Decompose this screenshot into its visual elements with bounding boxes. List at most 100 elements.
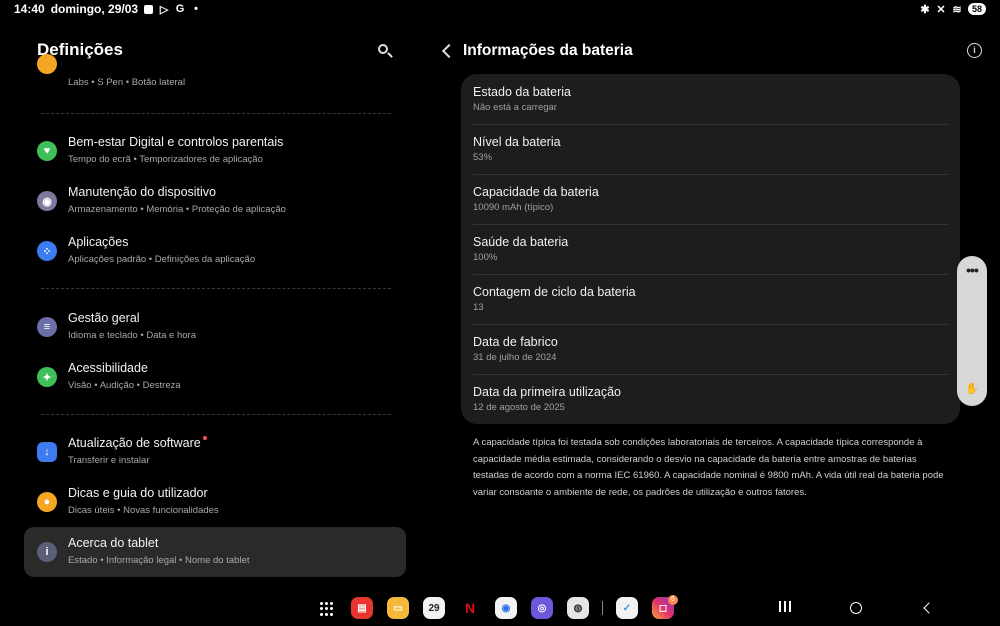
battery-capacity-row: Capacidade da bateria 10090 mAh (típico): [473, 174, 948, 224]
subtitle-part: Memória: [146, 204, 184, 215]
tips-icon: ●: [37, 492, 57, 512]
more-notifications-dot-icon: •: [194, 3, 198, 15]
row-value: 100%: [473, 252, 498, 263]
software-update-icon: ↓: [37, 442, 57, 462]
settings-item-tips[interactable]: ● Dicas e guia do utilizador Dicas úteis…: [24, 477, 406, 525]
back-button[interactable]: [922, 602, 932, 614]
manufacture-date-row: Data de fabrico 31 de julho de 2024: [473, 324, 948, 374]
subtitle-part: Armazenamento: [68, 204, 138, 215]
status-bar: 14:40 domingo, 29/03 ▷ G • ✱ ✕ ≋ 58: [0, 0, 1000, 18]
row-value: Não está a carregar: [473, 102, 557, 113]
cycle-count-row: Contagem de ciclo da bateria 13: [473, 274, 948, 324]
wifi-icon: ≋: [952, 3, 962, 16]
edge-panel-handle[interactable]: ••• ✋: [957, 256, 987, 406]
notification-badge: 6: [668, 595, 678, 605]
row-value: 53%: [473, 152, 493, 163]
subtitle-part: Estado: [68, 555, 98, 566]
page-title: Informações da bateria: [463, 42, 633, 59]
subtitle-part: Transferir e instalar: [68, 455, 150, 466]
subtitle-part: Novas funcionalidades: [123, 505, 219, 516]
mute-icon: ✕: [936, 3, 946, 16]
item-title: Gestão geral: [68, 311, 140, 325]
battery-status-row: Estado da bateria Não está a carregar: [473, 74, 948, 124]
divider: [602, 601, 603, 615]
back-arrow-icon[interactable]: [440, 42, 454, 58]
battery-health-row: Saúde da bateria 100%: [473, 224, 948, 274]
subtitle-part: Visão: [68, 380, 92, 391]
calendar-icon[interactable]: 29: [423, 597, 445, 619]
row-label: Contagem de ciclo da bateria: [473, 285, 636, 299]
divider: [41, 288, 391, 289]
subtitle-part: Nome do tablet: [185, 555, 250, 566]
info-icon[interactable]: i: [967, 43, 982, 58]
subtitle-part: Dicas úteis: [68, 505, 115, 516]
wellbeing-icon: ♥: [37, 141, 57, 161]
settings-item-device-care[interactable]: ◉ Manutenção do dispositivo Armazenament…: [24, 176, 406, 224]
netflix-icon[interactable]: N: [459, 597, 481, 619]
divider: [41, 113, 391, 114]
camera-icon[interactable]: ◍: [567, 597, 589, 619]
advanced-features-icon: [37, 54, 57, 74]
settings-item-general-management[interactable]: ≡ Gestão geral Idioma e teclado • Data e…: [24, 302, 406, 350]
more-options-icon[interactable]: •••: [957, 262, 987, 278]
first-use-date-row: Data da primeira utilização 12 de agosto…: [473, 374, 948, 424]
row-label: Nível da bateria: [473, 135, 561, 149]
item-title: Atualização de software: [68, 436, 201, 450]
battery-info-card: Estado da bateria Não está a carregar Ní…: [461, 74, 960, 424]
samsung-notes-icon[interactable]: ▤: [351, 597, 373, 619]
settings-pane: Definições Labs • S Pen • Botão lateral …: [24, 30, 406, 590]
date: domingo, 29/03: [50, 2, 139, 16]
subtitle-part: Tempo do ecrã: [68, 154, 131, 165]
settings-item-apps[interactable]: ⁘ Aplicações Aplicações padrão • Definiç…: [24, 226, 406, 274]
general-management-icon: ≡: [37, 317, 57, 337]
row-label: Saúde da bateria: [473, 235, 569, 249]
settings-item-accessibility[interactable]: ✦ Acessibilidade Visão • Audição • Destr…: [24, 352, 406, 400]
battery-indicator: 58: [967, 3, 986, 15]
play-store-icon: ▷: [159, 3, 169, 16]
search-icon[interactable]: [376, 42, 394, 60]
item-title: Acessibilidade: [68, 361, 148, 375]
apps-icon: ⁘: [37, 241, 57, 261]
row-label: Estado da bateria: [473, 85, 571, 99]
new-update-dot-icon: [202, 436, 207, 440]
subtitle-part: Audição: [99, 380, 135, 391]
divider: [41, 414, 391, 415]
notification-check-icon: [144, 4, 154, 14]
settings-item-digital-wellbeing[interactable]: ♥ Bem-estar Digital e controlos parentai…: [24, 126, 406, 174]
device-care-icon: ◉: [37, 191, 57, 211]
recents-button[interactable]: [779, 600, 791, 612]
subtitle-part: Proteção de aplicação: [191, 204, 286, 215]
my-files-icon[interactable]: ▭: [387, 597, 409, 619]
messages-icon[interactable]: ◉: [495, 597, 517, 619]
subtitle-part: Destreza: [142, 380, 181, 391]
home-button[interactable]: [850, 602, 862, 614]
subtitle-part: Temporizadores de aplicação: [139, 154, 263, 165]
internet-icon[interactable]: ◎: [531, 597, 553, 619]
gesture-hand-icon[interactable]: ✋: [964, 382, 980, 396]
subtitle-part: Labs: [68, 77, 89, 88]
bluetooth-icon: ✱: [920, 3, 930, 16]
google-icon: G: [175, 3, 185, 15]
reminder-icon[interactable]: ✓: [616, 597, 638, 619]
item-title: Acerca do tablet: [68, 536, 159, 550]
about-icon: i: [37, 542, 57, 562]
subtitle-part: Data e hora: [146, 330, 196, 341]
row-label: Capacidade da bateria: [473, 185, 599, 199]
item-title: Aplicações: [68, 235, 129, 249]
row-value: 10090 mAh (típico): [473, 202, 554, 213]
item-title: Dicas e guia do utilizador: [68, 486, 208, 500]
settings-item-advanced-features[interactable]: Labs • S Pen • Botão lateral: [24, 54, 406, 90]
subtitle-part: Botão lateral: [131, 77, 186, 88]
subtitle-part: Aplicações padrão: [68, 254, 147, 265]
clock: 14:40: [14, 2, 45, 16]
settings-item-about-tablet[interactable]: i Acerca do tablet Estado • Informação l…: [24, 527, 406, 577]
taskbar: ▤ ▭ 29 N ◉ ◎ ◍ ✓ ◻ 6: [0, 592, 1000, 626]
app-drawer-icon[interactable]: [320, 602, 334, 616]
row-value: 12 de agosto de 2025: [473, 402, 565, 413]
calendar-day: 29: [428, 602, 440, 614]
subtitle-part: Idioma e teclado: [68, 330, 138, 341]
row-value: 31 de julho de 2024: [473, 352, 557, 363]
item-title: Bem-estar Digital e controlos parentais: [68, 135, 284, 149]
settings-item-software-update[interactable]: ↓ Atualização de software Transferir e i…: [24, 427, 406, 475]
item-title: Manutenção do dispositivo: [68, 185, 217, 199]
